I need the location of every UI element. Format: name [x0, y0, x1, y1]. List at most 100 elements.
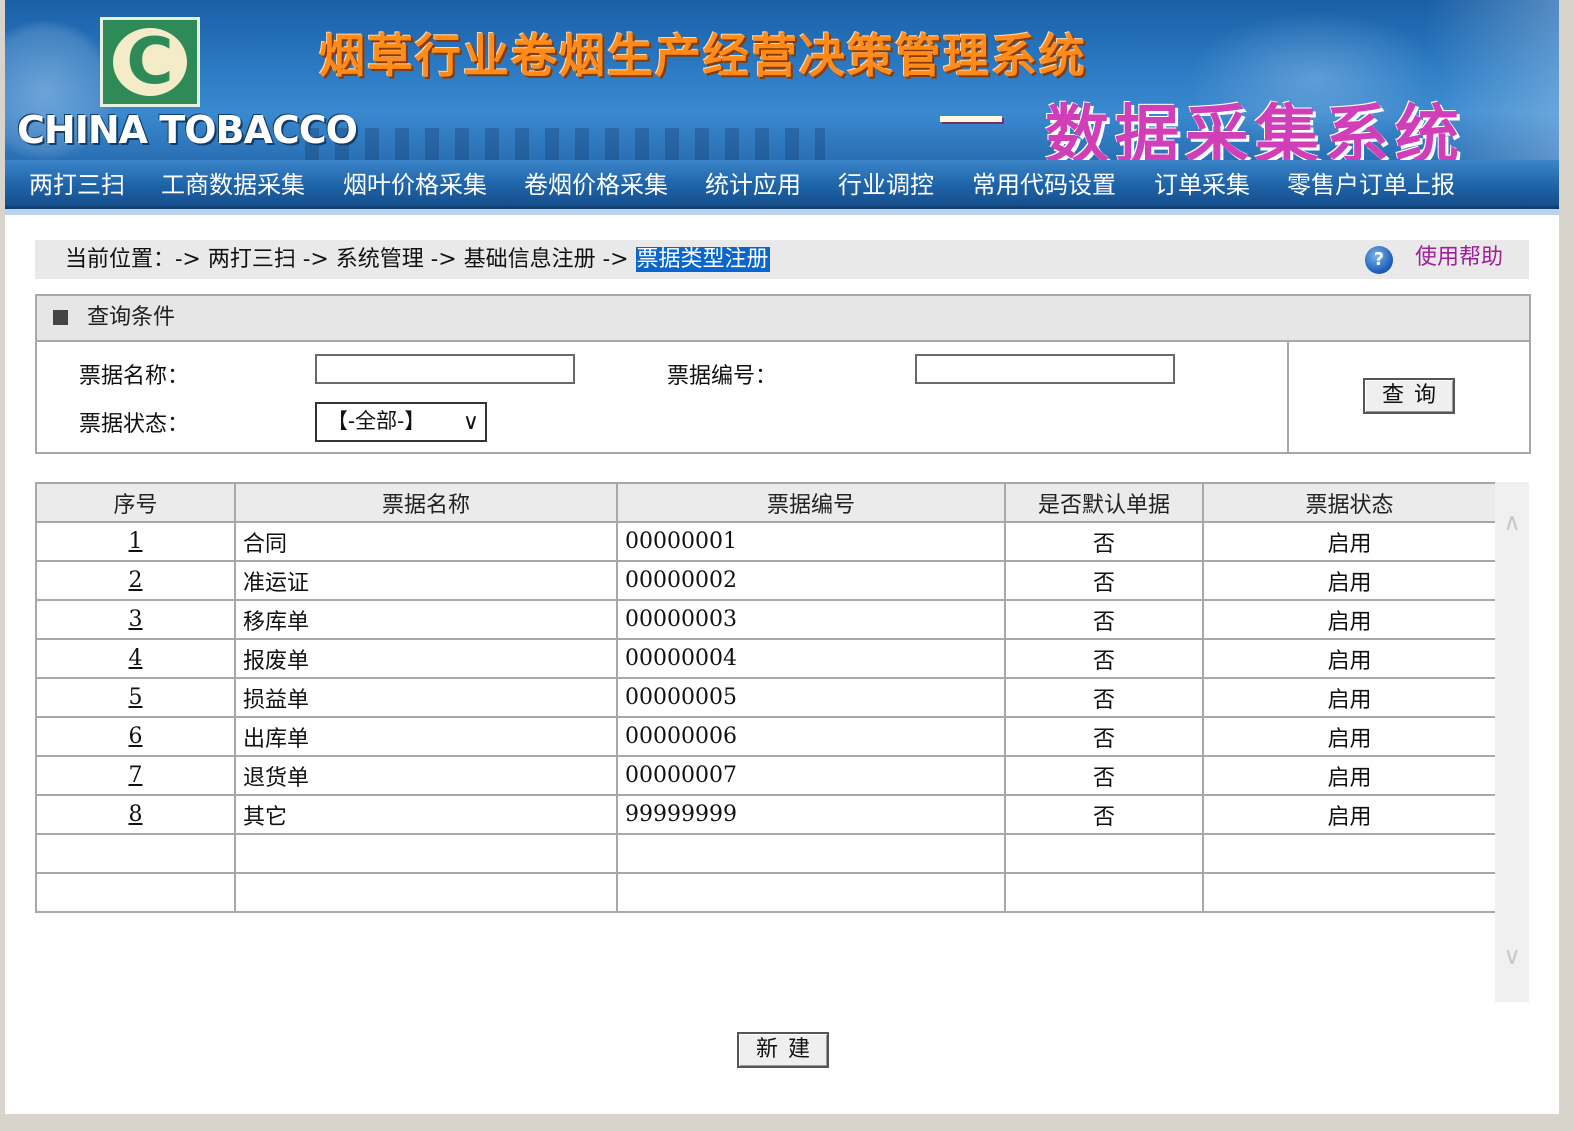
table-cell	[1202, 833, 1497, 874]
nav-item-leaf-price[interactable]: 烟叶价格采集	[343, 160, 487, 206]
table-cell	[35, 833, 236, 874]
row-code-cell: 00000002	[625, 568, 737, 593]
row-code-cell: 99999999	[625, 802, 737, 827]
row-number-link[interactable]: 5	[129, 685, 143, 710]
table-scrollbar[interactable]: ∧ ∨	[1495, 482, 1529, 1002]
table-row[interactable]: 8 其它 99999999 否 启用	[35, 794, 1497, 835]
banner-skyline	[305, 128, 825, 160]
new-button[interactable]: 新建	[737, 1032, 829, 1068]
nav-item-business-data[interactable]: 工商数据采集	[161, 160, 305, 206]
table-cell	[35, 872, 236, 913]
chevron-down-icon: ∨	[462, 410, 479, 435]
table-cell: 出库单	[234, 716, 618, 757]
row-status-cell: 启用	[1327, 531, 1372, 557]
row-default-cell: 否	[1092, 804, 1115, 830]
table-cell: 启用	[1202, 560, 1497, 601]
row-status-cell: 启用	[1327, 648, 1372, 674]
table-row[interactable]: 3 移库单 00000003 否 启用	[35, 599, 1497, 640]
row-name-cell: 损益单	[243, 687, 310, 713]
table-row[interactable]: 4 报废单 00000004 否 启用	[35, 638, 1497, 679]
row-name-cell: 退货单	[243, 765, 310, 791]
ticket-status-value: 【-全部-】	[327, 409, 426, 433]
row-number-link[interactable]: 1	[129, 529, 143, 554]
table-cell: 合同	[234, 521, 618, 562]
breadcrumb-item[interactable]: 系统管理	[336, 247, 424, 272]
table-row[interactable]: 1 合同 00000001 否 启用	[35, 521, 1497, 562]
nav-item-industry-control[interactable]: 行业调控	[838, 160, 934, 206]
nav-item-retail-order[interactable]: 零售户订单上报	[1287, 160, 1455, 206]
system-subtitle: 数据采集系统	[1045, 98, 1465, 160]
row-name-cell: 准运证	[243, 570, 310, 596]
table-cell: 否	[1004, 755, 1204, 796]
row-number-link[interactable]: 2	[129, 568, 143, 593]
query-panel-header: 查询条件	[37, 296, 1529, 342]
table-cell: 3	[35, 599, 236, 640]
table-row[interactable]: 7 退货单 00000007 否 启用	[35, 755, 1497, 796]
row-number-link[interactable]: 3	[129, 607, 143, 632]
column-header-code[interactable]: 票据编号	[616, 482, 1006, 523]
query-divider	[1287, 342, 1289, 452]
table-cell: 启用	[1202, 677, 1497, 718]
title-dash	[940, 116, 1002, 122]
row-default-cell: 否	[1092, 687, 1115, 713]
table-cell: 启用	[1202, 794, 1497, 835]
column-header-status[interactable]: 票据状态	[1202, 482, 1497, 523]
nav-item-dasaoda[interactable]: 两打三扫	[29, 160, 125, 206]
ticket-status-label: 票据状态：	[79, 412, 190, 437]
search-button[interactable]: 查询	[1363, 378, 1455, 414]
column-header-no[interactable]: 序号	[35, 482, 236, 523]
table-cell: 1	[35, 521, 236, 562]
ticket-status-select[interactable]: 【-全部-】 ∨	[315, 402, 487, 442]
column-header-name[interactable]: 票据名称	[234, 482, 618, 523]
column-header-default[interactable]: 是否默认单据	[1004, 482, 1204, 523]
breadcrumb-item[interactable]: 基础信息注册	[464, 247, 596, 272]
row-number-link[interactable]: 8	[129, 802, 143, 827]
system-title: 烟草行业卷烟生产经营决策管理系统	[319, 29, 1087, 83]
row-name-cell: 出库单	[243, 726, 310, 752]
row-default-cell: 否	[1092, 531, 1115, 557]
empty-table-row	[35, 833, 1497, 874]
table-cell: 2	[35, 560, 236, 601]
breadcrumb: 当前位置：-> 两打三扫 -> 系统管理 -> 基础信息注册 -> 票据类型注册…	[35, 240, 1529, 279]
table-cell: 否	[1004, 599, 1204, 640]
table-cell: 00000003	[616, 599, 1006, 640]
ticket-name-input[interactable]	[315, 354, 575, 384]
table-row[interactable]: 2 准运证 00000002 否 启用	[35, 560, 1497, 601]
table-cell: 损益单	[234, 677, 618, 718]
table-row[interactable]: 5 损益单 00000005 否 启用	[35, 677, 1497, 718]
breadcrumb-separator: ->	[302, 247, 329, 272]
query-panel: 查询条件 票据名称： 票据编号： 票据状态： 【-全部-】 ∨ 查询	[35, 294, 1531, 454]
breadcrumb-prefix: 当前位置：->	[65, 247, 201, 272]
row-name-cell: 其它	[243, 804, 288, 830]
row-default-cell: 否	[1092, 765, 1115, 791]
table-cell: 00000004	[616, 638, 1006, 679]
nav-item-cigarette-price[interactable]: 卷烟价格采集	[524, 160, 668, 206]
table-cell: 移库单	[234, 599, 618, 640]
row-code-cell: 00000007	[625, 763, 737, 788]
chevron-up-icon[interactable]: ∧	[1495, 508, 1529, 536]
ticket-code-input[interactable]	[915, 354, 1175, 384]
breadcrumb-item[interactable]: 两打三扫	[208, 247, 296, 272]
table-cell: 启用	[1202, 638, 1497, 679]
nav-item-code-settings[interactable]: 常用代码设置	[972, 160, 1116, 206]
table-cell: 否	[1004, 677, 1204, 718]
question-icon[interactable]: ?	[1365, 246, 1393, 274]
data-grid: 序号 票据名称 票据编号 是否默认单据 票据状态 1 合同 00000001 否启用 2…	[35, 482, 1497, 913]
help-link[interactable]: 使用帮助	[1415, 240, 1503, 279]
table-cell: 启用	[1202, 716, 1497, 757]
table-row[interactable]: 6 出库单 00000006 否 启用	[35, 716, 1497, 757]
row-name-cell: 移库单	[243, 609, 310, 635]
table-cell	[234, 872, 618, 913]
row-status-cell: 启用	[1327, 726, 1372, 752]
row-number-link[interactable]: 6	[129, 724, 143, 749]
table-cell	[1004, 833, 1204, 874]
row-number-link[interactable]: 4	[129, 646, 143, 671]
table-cell: 否	[1004, 560, 1204, 601]
row-number-link[interactable]: 7	[129, 763, 143, 788]
table-cell: 99999999	[616, 794, 1006, 835]
nav-item-order-collect[interactable]: 订单采集	[1154, 160, 1250, 206]
table-cell: 00000007	[616, 755, 1006, 796]
chevron-down-icon[interactable]: ∨	[1495, 942, 1529, 970]
nav-item-statistics[interactable]: 统计应用	[705, 160, 801, 206]
row-name-cell: 报废单	[243, 648, 310, 674]
